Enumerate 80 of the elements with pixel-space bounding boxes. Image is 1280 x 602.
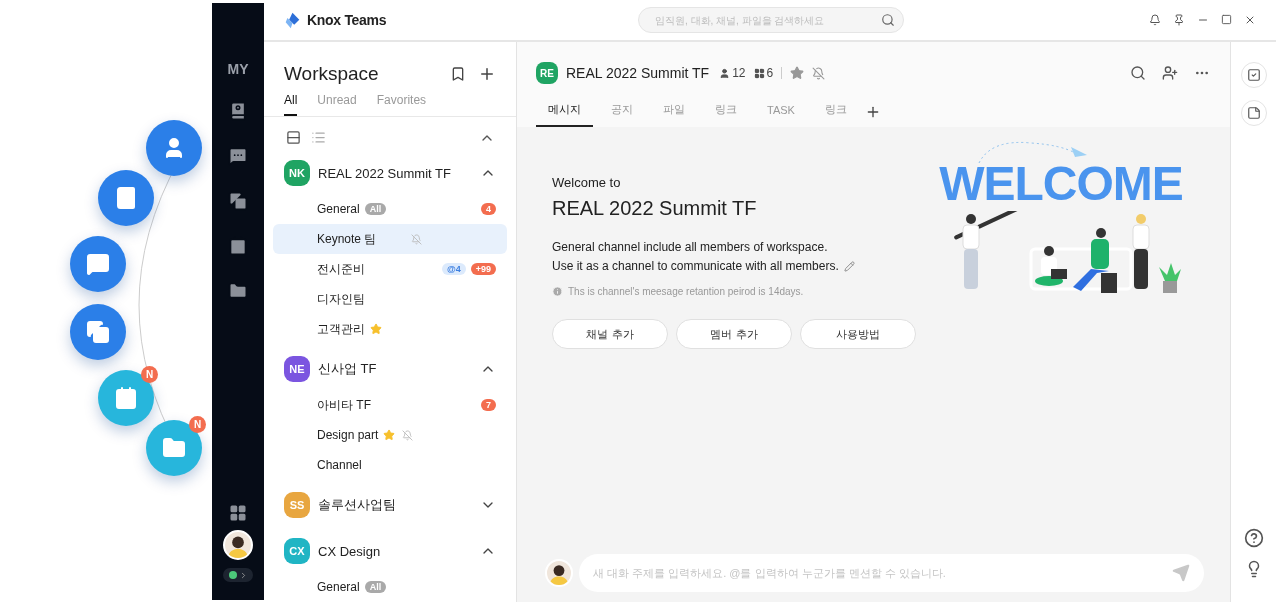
workspace-name[interactable]: CX Design <box>318 543 480 559</box>
task-button[interactable] <box>1240 62 1267 88</box>
channel-badge: RE <box>536 62 558 84</box>
channel-item[interactable]: Keynote 팀 <box>273 224 507 254</box>
help-icon[interactable] <box>1243 528 1264 548</box>
channel-item[interactable]: General All <box>273 572 507 602</box>
unread-badge: 4 <box>481 203 496 215</box>
all-tag: All <box>364 203 387 215</box>
shortcut-button[interactable] <box>70 304 126 360</box>
welcome-art-text: WELCOME <box>939 157 1183 211</box>
member-count[interactable]: 12 <box>732 66 746 80</box>
mention-badge: @4 <box>441 263 466 275</box>
action-button[interactable]: 사용방법 <box>800 319 916 349</box>
bookmark-icon[interactable] <box>450 65 466 82</box>
new-badge: N <box>141 366 158 383</box>
shortcut-button[interactable] <box>70 236 126 292</box>
checkbox-icon <box>1246 68 1261 82</box>
channel-name: Keynote 팀 <box>317 230 377 248</box>
description-text: Use it as a channel to communicate with all members. <box>552 258 839 275</box>
close-icon[interactable] <box>1244 14 1256 26</box>
unread-badge: 7 <box>481 399 496 411</box>
shortcut-button[interactable] <box>146 120 202 176</box>
workspace-badge: SS <box>284 492 310 518</box>
channel-item[interactable]: 고객관리 <box>273 314 507 344</box>
channel-name: 고객관리 <box>317 320 365 338</box>
welcome-intro: Welcome to <box>552 175 622 190</box>
app-name: Knox Teams <box>307 12 387 28</box>
maximize-icon[interactable] <box>1221 14 1232 25</box>
shortcut-button[interactable] <box>98 170 154 226</box>
my-label[interactable]: MY <box>227 61 249 77</box>
status-toggle[interactable] <box>223 568 253 582</box>
workspace-name[interactable]: REAL 2022 Summit TF <box>318 165 480 181</box>
add-member-icon[interactable] <box>1162 65 1178 81</box>
channel-name: General <box>317 202 360 216</box>
channel-name: Channel <box>317 458 362 472</box>
user-avatar[interactable] <box>223 530 253 560</box>
apps-icon[interactable] <box>229 504 247 522</box>
channel-name: 전시준비 <box>317 260 365 278</box>
workspace-badge: NE <box>284 356 310 382</box>
logo-icon <box>284 11 301 29</box>
info-icon <box>552 286 563 297</box>
description-text: General channel include all members of workspace. <box>552 239 828 256</box>
muted-icon[interactable] <box>812 66 826 80</box>
grid-icon <box>753 67 765 79</box>
channel-name: General <box>317 580 360 594</box>
card-view-icon[interactable] <box>286 130 301 146</box>
welcome-title: REAL 2022 Summit TF <box>552 197 758 220</box>
action-button[interactable]: 채널 추가 <box>552 319 668 349</box>
pin-icon[interactable] <box>1173 14 1185 26</box>
search-icon[interactable] <box>881 13 895 27</box>
note-icon <box>1246 106 1261 120</box>
channel-name: 디자인팀 <box>317 290 365 308</box>
channel-item[interactable]: 전시준비 @4 +99 <box>273 254 507 284</box>
workspace-badge: CX <box>284 538 310 564</box>
action-button[interactable]: 멤버 추가 <box>676 319 792 349</box>
channel-item[interactable]: General All 4 <box>273 194 507 224</box>
user-avatar[interactable] <box>545 559 573 587</box>
channel-item[interactable]: 아비타 TF 7 <box>273 390 507 420</box>
all-tag: All <box>364 581 387 593</box>
channel-count[interactable]: 6 <box>766 66 774 80</box>
star-icon[interactable] <box>790 66 805 80</box>
channel-item[interactable]: 디자인팀 <box>273 284 507 314</box>
search-icon[interactable] <box>1130 65 1146 81</box>
workspace-name[interactable]: 솔루션사업팀 <box>318 496 480 514</box>
filter-tab[interactable]: All <box>284 87 298 117</box>
channel-item[interactable]: Channel <box>273 450 507 480</box>
sidebar-title: Workspace <box>284 62 380 85</box>
channel-title: REAL 2022 Summit TF <box>566 65 710 81</box>
channel-tab[interactable]: 메시지 <box>536 96 593 127</box>
channel-item[interactable]: Design part <box>273 420 507 450</box>
workspace-name[interactable]: 신사업 TF <box>318 360 480 378</box>
person-icon <box>719 67 731 79</box>
memo-button[interactable] <box>1240 100 1267 126</box>
workspace-badge: NK <box>284 160 310 186</box>
retention-notice: Ths is channel's meesage retantion peirod is 14days. <box>568 286 804 297</box>
unread-badge: +99 <box>470 263 496 275</box>
new-badge: N <box>189 416 206 433</box>
channel-name: 아비타 TF <box>317 396 371 414</box>
channel-name: Design part <box>317 428 379 442</box>
bell-icon[interactable] <box>1149 14 1161 26</box>
